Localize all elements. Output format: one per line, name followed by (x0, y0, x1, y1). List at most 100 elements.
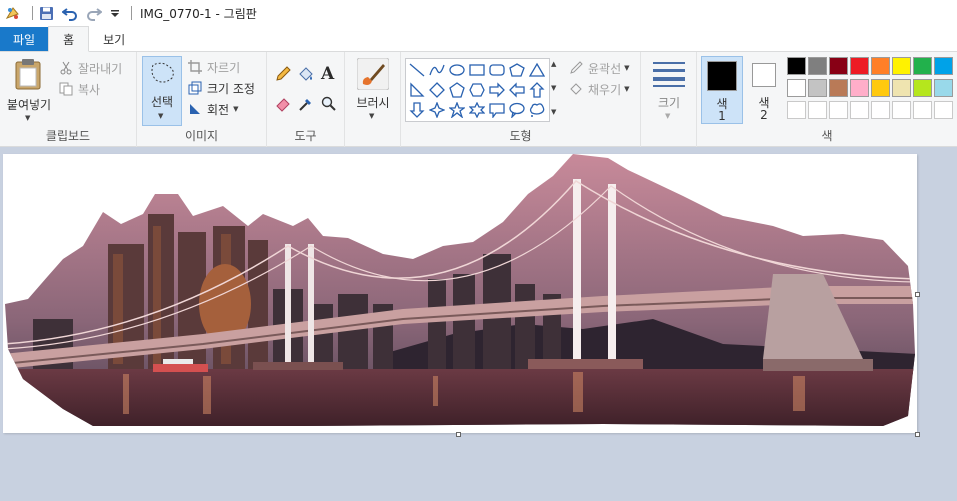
color-swatch[interactable] (934, 79, 953, 97)
color-swatch[interactable] (787, 101, 806, 119)
oval-callout-shape-icon[interactable] (508, 101, 526, 119)
shapes-scrollbar[interactable]: ▲ ▼ ▼ (550, 58, 560, 122)
color-swatch[interactable] (850, 101, 869, 119)
up-arrow-shape-icon[interactable] (528, 81, 546, 99)
paint-app-icon[interactable] (4, 4, 22, 22)
down-arrow-shape-icon[interactable] (408, 101, 426, 119)
copy-button[interactable]: 복사 (58, 79, 100, 99)
line-shape-icon[interactable] (408, 61, 426, 79)
color-swatch[interactable] (808, 101, 827, 119)
brushes-label: 브러시 (356, 96, 390, 110)
save-icon[interactable] (37, 4, 55, 22)
color-swatch[interactable] (829, 57, 848, 75)
color-swatch[interactable] (871, 57, 890, 75)
fill-button[interactable]: 채우기 ▼ (568, 79, 630, 99)
left-arrow-shape-icon[interactable] (508, 81, 526, 99)
color-swatch[interactable] (913, 57, 932, 75)
line-width-icon (653, 60, 685, 91)
cut-button[interactable]: 잘라내기 (58, 58, 122, 78)
color-swatch[interactable] (871, 101, 890, 119)
canvas-resize-handle-corner[interactable] (915, 432, 920, 437)
shapes-more-icon[interactable]: ▼ (551, 108, 556, 116)
pentagon-shape-icon[interactable] (448, 81, 466, 99)
color-swatch[interactable] (808, 57, 827, 75)
color-swatch[interactable] (808, 79, 827, 97)
tab-view[interactable]: 보기 (89, 27, 139, 51)
pencil-icon[interactable] (275, 66, 291, 85)
color2-button[interactable]: 색 2 (747, 56, 781, 124)
rectangle-callout-shape-icon[interactable] (488, 101, 506, 119)
resize-icon (187, 80, 203, 96)
outline-label: 윤곽선 (588, 61, 622, 76)
color-swatch[interactable] (934, 101, 953, 119)
crop-button[interactable]: 자르기 (187, 57, 240, 77)
image-canvas[interactable] (3, 154, 917, 433)
text-icon[interactable]: A (321, 64, 334, 84)
color-swatch[interactable] (871, 79, 890, 97)
undo-icon[interactable] (61, 4, 79, 22)
size-label: 크기 (657, 96, 681, 110)
color1-button[interactable]: 색 1 (701, 56, 743, 124)
color-picker-icon[interactable] (298, 96, 314, 115)
color-swatch[interactable] (892, 101, 911, 119)
eraser-icon[interactable] (275, 96, 291, 115)
polygon-shape-icon[interactable] (508, 61, 526, 79)
triangle-shape-icon[interactable] (528, 61, 546, 79)
six-point-star-shape-icon[interactable] (468, 101, 486, 119)
cloud-callout-shape-icon[interactable] (528, 101, 546, 119)
size-button[interactable]: 크기 ▼ (647, 56, 691, 126)
image-group-label: 이미지 (184, 129, 219, 143)
color-swatch[interactable] (787, 79, 806, 97)
rotate-button[interactable]: 회전 ▼ (187, 99, 238, 119)
fill-dropdown-icon: ▼ (624, 85, 630, 93)
bridge-night-photo (5, 154, 915, 426)
five-point-star-shape-icon[interactable] (448, 101, 466, 119)
image-group: 선택 ▼ 자르기 크기 조정 회전 ▼ 이미지 (137, 52, 267, 147)
color-swatch[interactable] (913, 79, 932, 97)
colors-group: 색 1 색 2 색 (697, 52, 957, 147)
color-swatch[interactable] (913, 101, 932, 119)
canvas-resize-handle-bottom[interactable] (456, 432, 461, 437)
outline-button[interactable]: 윤곽선 ▼ (568, 58, 630, 78)
customize-dropdown-icon[interactable] (109, 4, 121, 22)
size-group: 크기 ▼ (641, 52, 697, 147)
shapes-scroll-up-icon[interactable]: ▲ (551, 60, 556, 68)
tab-file[interactable]: 파일 (0, 27, 49, 51)
oval-shape-icon[interactable] (448, 61, 466, 79)
rectangle-shape-icon[interactable] (468, 61, 486, 79)
color-swatch[interactable] (892, 57, 911, 75)
resize-button[interactable]: 크기 조정 (187, 78, 255, 98)
color-swatch[interactable] (829, 79, 848, 97)
diamond-shape-icon[interactable] (428, 81, 446, 99)
curve-shape-icon[interactable] (428, 61, 446, 79)
color-swatch[interactable] (892, 79, 911, 97)
right-triangle-shape-icon[interactable] (408, 81, 426, 99)
shapes-group: ▲ ▼ ▼ 윤곽선 ▼ 채우기 ▼ 도형 (401, 52, 641, 147)
fill-bucket-icon[interactable] (298, 66, 314, 85)
canvas-workspace[interactable] (0, 148, 957, 501)
tab-home[interactable]: 홈 (48, 26, 90, 52)
title-separator (131, 6, 132, 20)
brushes-button[interactable]: 브러시 ▼ (351, 56, 395, 126)
brushes-dropdown-icon: ▼ (369, 112, 375, 120)
outline-pen-icon (568, 60, 584, 76)
color-swatch[interactable] (787, 57, 806, 75)
color-swatch[interactable] (829, 101, 848, 119)
magnifier-icon[interactable] (321, 96, 337, 115)
color1-label-b: 1 (718, 109, 726, 123)
select-label: 선택 (150, 95, 174, 109)
redo-icon[interactable] (85, 4, 103, 22)
shapes-scroll-down-icon[interactable]: ▼ (551, 84, 556, 92)
right-arrow-shape-icon[interactable] (488, 81, 506, 99)
four-point-star-shape-icon[interactable] (428, 101, 446, 119)
select-button[interactable]: 선택 ▼ (142, 56, 182, 126)
color-swatch[interactable] (850, 79, 869, 97)
color-swatch[interactable] (934, 57, 953, 75)
brushes-group: 브러시 ▼ (345, 52, 401, 147)
color-swatch[interactable] (850, 57, 869, 75)
canvas-resize-handle-right[interactable] (915, 292, 920, 297)
hexagon-shape-icon[interactable] (468, 81, 486, 99)
paste-dropdown-icon: ▼ (25, 114, 31, 122)
rounded-rectangle-shape-icon[interactable] (488, 61, 506, 79)
paste-button[interactable]: 붙여넣기 ▼ (4, 56, 54, 124)
